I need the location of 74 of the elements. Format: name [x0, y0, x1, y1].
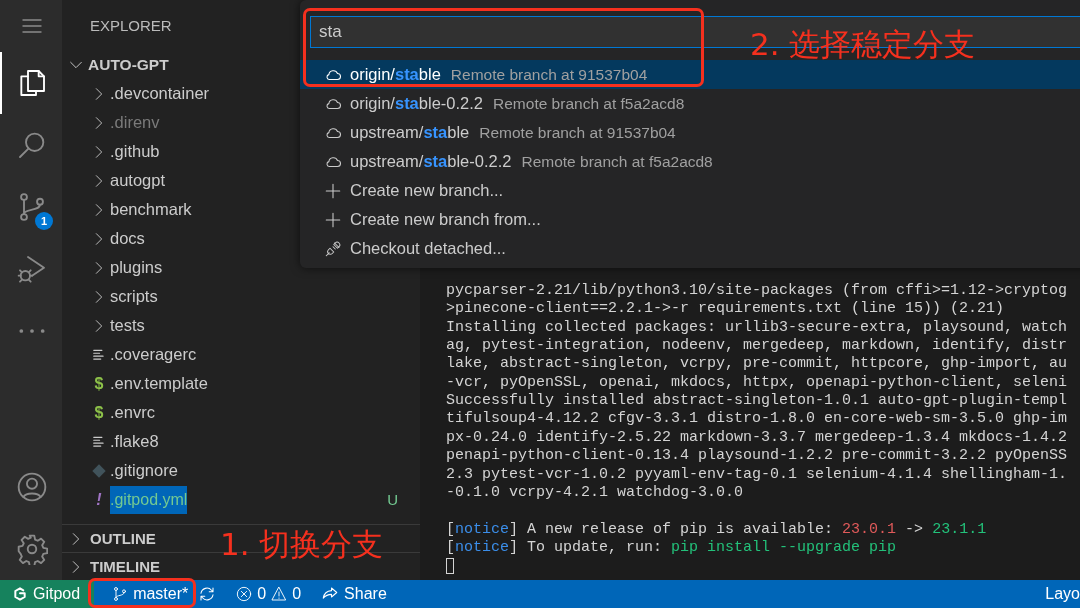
terminal-line: [notice] To update, run: pip install --upgrade pip	[446, 539, 898, 558]
layout-button[interactable]: Layo	[1035, 580, 1080, 608]
terminal-line: penapi-python-client-0.13.4 playsound-1.2.2 pre-commit-3.2.2 pyOpenSS	[446, 447, 1069, 466]
file-name: .gitignore	[110, 461, 178, 480]
terminal-line: 2.3 pytest-vcr-1.0.2 pyyaml-env-tag-0.1 selenium-4.1.4 shellingham-1.	[446, 465, 1069, 485]
lines-icon	[92, 347, 106, 362]
file-name: autogpt	[110, 171, 166, 190]
branch-option[interactable]: origin/stable Remote branch at 91537b04	[300, 60, 1080, 89]
terminal-line: -0.1.0 vcrpy-4.2.1 watchdog-3.0.0	[446, 484, 745, 503]
branch-option[interactable]: upstream/stable-0.2.2 Remote branch at f5a2acd8	[300, 147, 1080, 176]
plug-icon	[324, 239, 342, 258]
error-icon	[236, 586, 253, 602]
branch-button[interactable]: master*	[94, 580, 199, 608]
terminal-line: Successfully installed abstract-singleton-1.0.1 auto-gpt-plugin-templ	[446, 392, 1069, 411]
file-name: plugins	[110, 258, 163, 277]
sync-icon	[198, 585, 217, 603]
tree-item[interactable]: ! .gitpod.yml U	[62, 485, 420, 514]
terminal-line: [notice] A new release of pip is available: 23.0.1 -> 23.1.1	[446, 520, 988, 540]
terminal-line: -vcr, pyOpenSSL, openai, mkdocs, httpx, openapi-python-client, seleni	[446, 373, 1069, 393]
tree-item[interactable]: .flake8	[62, 427, 420, 456]
branch-icon	[112, 586, 129, 602]
terminal-line: pycparser-2.21/lib/python3.10/site-packages (from cffi>=1.12->cryptog	[446, 281, 1069, 301]
more-icon	[19, 329, 45, 333]
count-badge: 1	[35, 212, 53, 230]
terminal-line: Installing collected packages: urllib3-secure-extra, playsound, watch	[446, 318, 1069, 337]
branch-option[interactable]: origin/stable-0.2.2 Remote branch at f5a2acd8	[300, 89, 1080, 118]
tree-item[interactable]: tests	[62, 311, 420, 340]
branch-option[interactable]: upstream/stable Remote branch at 91537b04	[300, 118, 1080, 147]
account-icon	[16, 471, 48, 503]
file-name: benchmark	[110, 200, 192, 219]
tree-item[interactable]: $ .envrc	[62, 398, 420, 427]
remote-indicator[interactable]: Gitpod	[0, 580, 95, 608]
branch-option[interactable]: Create new branch from...	[300, 205, 1080, 234]
terminal-cursor	[446, 557, 454, 574]
file-name: .coveragerc	[110, 345, 197, 364]
file-name: .direnv	[110, 113, 160, 132]
dollar-icon: $	[94, 403, 104, 422]
problems-button[interactable]: 0 0	[226, 580, 312, 608]
terminal-line: ag, pytest-integration, nodeenv, mergedeep, markdown, identify, distr	[446, 336, 1069, 356]
git-status: U	[387, 491, 398, 508]
branch-option[interactable]: Create new branch...	[300, 176, 1080, 205]
section-header[interactable]: TIMELINE	[68, 558, 160, 575]
file-name: .github	[110, 142, 160, 161]
tree-item[interactable]: .gitignore	[62, 456, 420, 485]
gitpod-logo-icon	[12, 586, 28, 602]
file-name: scripts	[110, 287, 158, 306]
terminal-line: tifulsoup4-4.12.2 cfgv-3.3.1 distro-1.8.0 en-core-web-sm-3.5.0 ghp-im	[446, 410, 1069, 429]
run-debug-icon	[16, 253, 48, 285]
lines-icon	[92, 434, 106, 449]
warning-icon	[271, 586, 288, 602]
plus-icon	[324, 210, 342, 229]
file-name: .env.template	[110, 374, 208, 393]
file-name: docs	[110, 229, 145, 248]
terminal-line: lake, abstract-singleton, vcrpy, pre-commit, httpcore, ghp-import, au	[446, 355, 1069, 374]
tree-item[interactable]: $ .env.template	[62, 369, 420, 398]
settings-icon	[16, 533, 48, 565]
exclamation-icon: !	[96, 490, 102, 509]
file-name: .devcontainer	[110, 84, 210, 103]
file-name: .flake8	[110, 432, 159, 451]
file-name: .envrc	[110, 403, 155, 422]
plus-icon	[324, 181, 342, 200]
share-button[interactable]: Share	[311, 580, 397, 608]
terminal-line: px-0.24.0 identify-2.5.22 markdown-3.3.7 mergedeep-1.3.4 mkdocs-1.4.2	[446, 428, 1069, 448]
tree-item[interactable]: .coveragerc	[62, 340, 420, 369]
panel-title: EXPLORER	[90, 16, 172, 34]
dollar-icon: $	[94, 374, 104, 393]
tree-item[interactable]: scripts	[62, 282, 420, 311]
annotation-text: 1. 切换分支	[220, 525, 384, 564]
file-name: tests	[110, 316, 145, 335]
activity-tab[interactable]: 1	[0, 176, 62, 238]
terminal-line: >pinecone-client==2.2.1->-r requirements.txt (line 15)) (2.21)	[446, 300, 1006, 319]
section-header[interactable]: OUTLINE	[68, 530, 156, 547]
diamond-icon	[91, 462, 107, 479]
file-name: .gitpod.yml	[110, 485, 188, 514]
